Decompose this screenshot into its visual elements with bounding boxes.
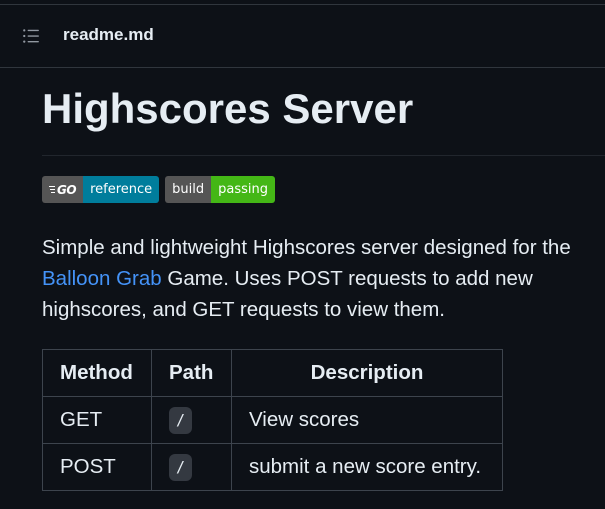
go-reference-badge[interactable]: GO reference: [42, 176, 160, 203]
method-cell: POST: [42, 443, 152, 491]
path-code: /: [169, 406, 193, 434]
file-header: readme.md: [0, 5, 605, 68]
readme-title: Highscores Server: [42, 85, 414, 132]
column-header-description: Description: [231, 349, 503, 397]
go-logo-text: GO: [57, 182, 77, 197]
column-header-method: Method: [42, 349, 152, 397]
go-speed-lines-icon: [49, 186, 55, 193]
file-name: readme.md: [63, 25, 154, 44]
readme-viewer: readme.md Highscores Server GO reference…: [0, 0, 605, 509]
badge-reference-label: reference: [83, 176, 160, 203]
method-cell: GET: [42, 396, 152, 444]
readme-description: Simple and lightweight Highscores server…: [42, 232, 597, 325]
build-status-badge[interactable]: build passing: [165, 176, 275, 203]
go-logo-icon: GO: [42, 176, 84, 203]
badge-passing-label: passing: [211, 176, 275, 203]
list-unordered-icon[interactable]: [22, 27, 40, 45]
description-cell: View scores: [231, 396, 503, 444]
column-header-path: Path: [151, 349, 232, 397]
path-code: /: [169, 453, 193, 481]
badge-build-label: build: [165, 176, 212, 203]
path-cell: /: [151, 396, 232, 444]
balloon-grab-link[interactable]: Balloon Grab: [42, 267, 162, 290]
description-text-start: Simple and lightweight Highscores server…: [42, 236, 571, 259]
path-cell: /: [151, 443, 232, 491]
badge-row: GO reference build passing: [42, 176, 275, 203]
title-divider: [42, 155, 605, 156]
table-row: POST / submit a new score entry.: [42, 443, 503, 491]
table-row: GET / View scores: [42, 396, 503, 444]
table-header-row: Method Path Description: [42, 349, 503, 397]
routes-table: Method Path Description GET / View score…: [42, 349, 503, 491]
description-cell: submit a new score entry.: [231, 443, 503, 491]
